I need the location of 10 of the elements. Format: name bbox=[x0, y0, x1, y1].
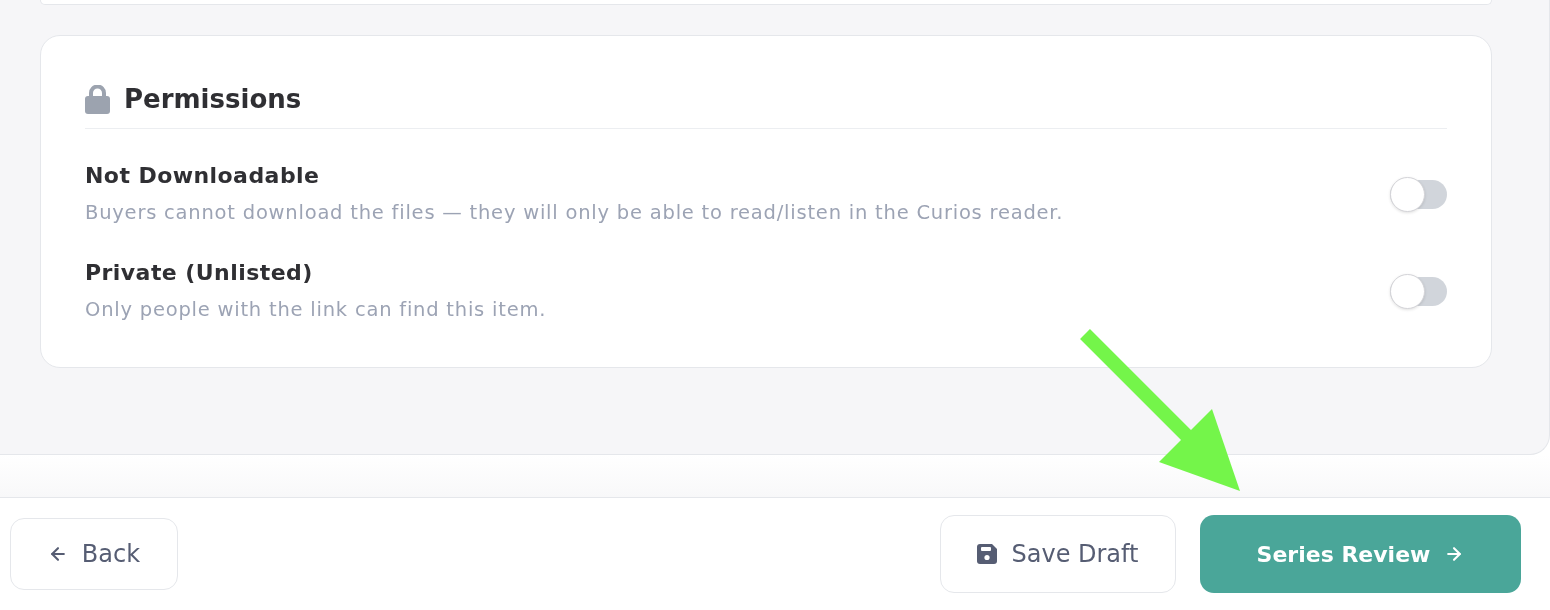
lock-icon bbox=[85, 84, 110, 114]
back-button[interactable]: Back bbox=[10, 518, 178, 590]
toggle-switch[interactable] bbox=[1390, 176, 1447, 212]
toggle-switch[interactable] bbox=[1390, 273, 1447, 309]
setting-label: Private (Unlisted) bbox=[85, 259, 314, 287]
setting-description: Only people with the link can find this item. bbox=[85, 297, 547, 323]
setting-label: Not Downloadable bbox=[85, 162, 321, 190]
save-draft-button[interactable]: Save Draft bbox=[940, 515, 1176, 593]
setting-description: Buyers cannot download the files — they will only be able to read/listen in the Curios reader. bbox=[85, 200, 1064, 226]
section-title: Permissions bbox=[124, 83, 302, 116]
